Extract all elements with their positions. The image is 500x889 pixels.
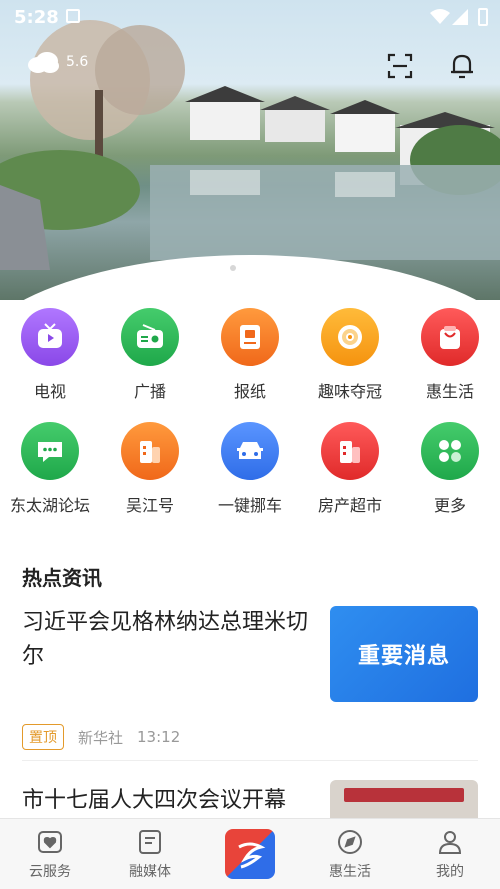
news-item[interactable]: 市十七届人大四次会议开幕 — [22, 780, 478, 820]
carousel-dot[interactable] — [230, 265, 236, 271]
tab-label: 惠生活 — [329, 864, 371, 880]
grid-item-quiz[interactable]: 趣味夺冠 — [300, 306, 400, 420]
notification-icon — [66, 9, 80, 23]
grid-label: 东太湖论坛 — [9, 496, 90, 515]
app-logo-icon — [225, 829, 275, 879]
shopping-bag-icon — [421, 308, 479, 366]
grid-label: 广播 — [133, 382, 166, 401]
news-thumbnail — [330, 780, 478, 818]
news-source: 新华社 — [78, 728, 124, 747]
news-title: 市十七届人大四次会议开幕 — [22, 788, 287, 813]
cloud-icon — [28, 52, 59, 73]
grid-item-house[interactable]: 房产超市 — [300, 420, 400, 534]
status-bar: 5:28 — [0, 0, 500, 34]
news-item[interactable]: 习近平会见格林纳达总理米切尔 重要消息 置顶 新华社 13:12 — [22, 606, 478, 756]
thumbnail-text: 重要消息 — [357, 644, 450, 669]
tab-mine[interactable]: 我的 — [400, 819, 500, 889]
battery-icon — [478, 8, 488, 26]
grid-item-forum[interactable]: 东太湖论坛 — [0, 420, 100, 534]
bottom-tab-bar: 云服务 融媒体 惠生活 我的 — [0, 818, 500, 889]
document-icon — [135, 827, 165, 857]
car-icon — [221, 422, 279, 480]
grid-item-tv[interactable]: 电视 — [0, 306, 100, 420]
tab-label: 我的 — [436, 864, 464, 880]
carousel-dot-active[interactable] — [242, 265, 260, 271]
grid-label: 趣味夺冠 — [317, 382, 382, 401]
status-time: 5:28 — [14, 7, 59, 28]
tab-home[interactable] — [200, 819, 300, 889]
grid-item-wujiang[interactable]: 吴江号 — [100, 420, 200, 534]
chat-icon — [21, 422, 79, 480]
signal-icon — [452, 9, 468, 25]
pinned-badge: 置顶 — [22, 724, 64, 750]
scan-button[interactable] — [382, 48, 418, 84]
grid-label: 电视 — [33, 382, 66, 401]
feature-grid: 电视 广播 报纸 趣味夺冠 惠生活 东太湖论坛 吴江号 一键挪车 房产超市 更多 — [0, 306, 500, 534]
building-icon — [121, 422, 179, 480]
grid-label: 一键挪车 — [217, 496, 282, 515]
grid-label: 报纸 — [233, 382, 266, 401]
tab-life[interactable]: 惠生活 — [300, 819, 400, 889]
grid-item-more[interactable]: 更多 — [400, 420, 500, 534]
grid-label: 房产超市 — [317, 496, 382, 515]
heart-box-icon — [35, 827, 65, 857]
news-title: 习近平会见格林纳达总理米切尔 — [22, 610, 309, 669]
radio-icon — [121, 308, 179, 366]
grid-label: 吴江号 — [125, 496, 174, 515]
house-icon — [321, 422, 379, 480]
news-time: 13:12 — [137, 728, 181, 746]
banner-carousel[interactable] — [0, 0, 500, 300]
grid-item-newspaper[interactable]: 报纸 — [200, 306, 300, 420]
tab-label: 云服务 — [29, 864, 71, 880]
scan-icon — [387, 53, 413, 79]
disc-icon — [321, 308, 379, 366]
bell-icon — [451, 54, 473, 79]
wifi-icon — [430, 9, 450, 24]
weather-widget[interactable]: 5.6 — [26, 50, 88, 74]
news-meta: 置顶 新华社 13:12 — [22, 724, 180, 750]
tab-cloud-service[interactable]: 云服务 — [0, 819, 100, 889]
temperature-text: 5.6 — [66, 54, 89, 70]
section-title: 热点资讯 — [22, 566, 102, 590]
grid-label: 惠生活 — [425, 382, 474, 401]
user-icon — [435, 827, 465, 857]
grid-item-radio[interactable]: 广播 — [100, 306, 200, 420]
grid-item-life[interactable]: 惠生活 — [400, 306, 500, 420]
tv-icon — [21, 308, 79, 366]
grid-label: 更多 — [433, 496, 466, 515]
tab-media[interactable]: 融媒体 — [100, 819, 200, 889]
compass-icon — [335, 827, 365, 857]
tab-label: 融媒体 — [129, 864, 171, 880]
newspaper-icon — [221, 308, 279, 366]
grid-item-move-car[interactable]: 一键挪车 — [200, 420, 300, 534]
divider — [22, 760, 478, 761]
news-thumbnail: 重要消息 — [330, 606, 478, 702]
more-icon — [421, 422, 479, 480]
notification-button[interactable] — [444, 48, 480, 84]
carousel-indicator — [230, 265, 260, 271]
